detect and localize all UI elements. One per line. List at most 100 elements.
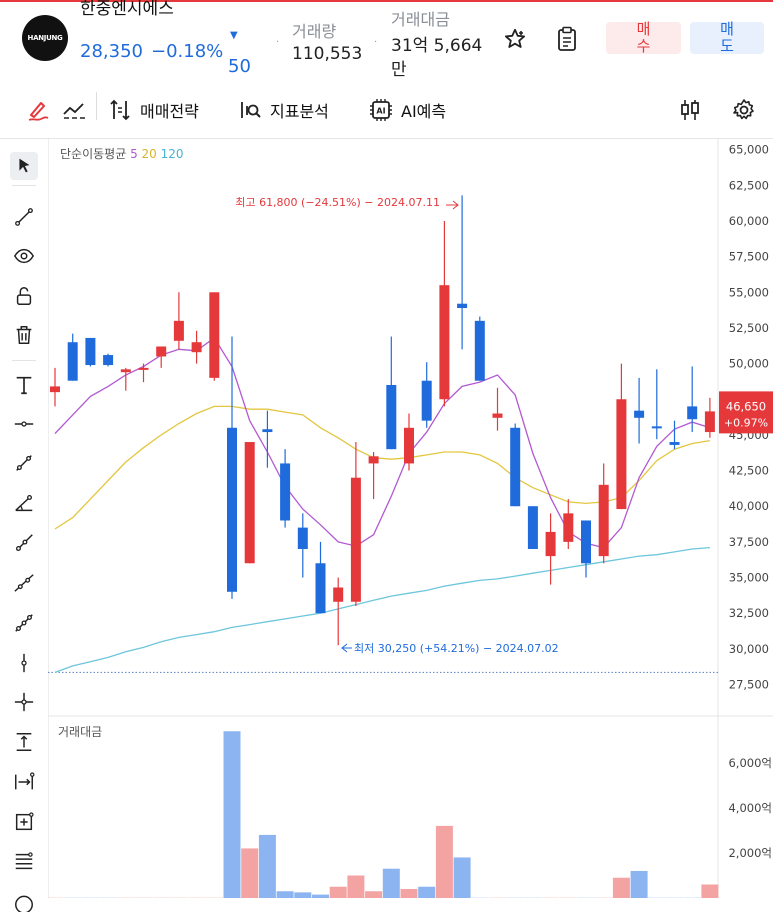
price-range-icon[interactable] — [10, 728, 38, 756]
candle-body[interactable] — [563, 513, 573, 542]
candle-body[interactable] — [227, 428, 237, 592]
candle-body[interactable] — [439, 285, 449, 399]
volume-legend: 거래대금 — [58, 723, 102, 740]
candle-body[interactable] — [599, 485, 609, 556]
candle-body[interactable] — [245, 442, 255, 563]
candle-body[interactable] — [103, 355, 113, 365]
candle-body[interactable] — [581, 520, 591, 563]
candle-body[interactable] — [457, 304, 467, 308]
candle-body[interactable] — [386, 385, 396, 449]
fib-icon[interactable] — [10, 847, 38, 875]
horizontal-line-icon[interactable] — [10, 410, 38, 438]
ai-predict-button[interactable]: AI AI예측 — [369, 96, 446, 124]
sell-button[interactable]: 매 도 — [690, 22, 764, 54]
candle-body[interactable] — [687, 406, 697, 419]
indicator-button[interactable]: 지표분석 — [238, 96, 329, 124]
candle-body[interactable] — [298, 528, 308, 549]
candle-body[interactable] — [156, 346, 166, 356]
candle-body[interactable] — [316, 563, 326, 613]
buy-button[interactable]: 매 수 — [606, 22, 681, 54]
volume-value: 110,553 — [292, 44, 362, 64]
strategy-icon — [108, 98, 132, 122]
candle-body[interactable] — [139, 368, 149, 370]
volume-bar — [365, 891, 382, 898]
candle-body[interactable] — [546, 532, 556, 556]
candle-body[interactable] — [68, 342, 78, 381]
candle-body[interactable] — [85, 338, 95, 365]
volume-bar — [401, 889, 418, 898]
amount-value: 31억 5,664 — [391, 31, 482, 56]
candle-body[interactable] — [528, 506, 538, 549]
y-tick-label: 52,500 — [729, 321, 769, 335]
line-icon[interactable] — [10, 203, 38, 231]
clipboard-icon[interactable] — [552, 24, 582, 54]
candle-body[interactable] — [670, 442, 680, 445]
candle-body[interactable] — [351, 478, 361, 602]
candle-body[interactable] — [262, 429, 272, 432]
date-range-icon[interactable] — [10, 768, 38, 796]
trend-line-icon[interactable] — [62, 96, 96, 124]
candle-body[interactable] — [404, 428, 414, 464]
candle-body[interactable] — [652, 426, 662, 428]
vertical-line-icon[interactable] — [10, 649, 38, 677]
candle-body[interactable] — [475, 321, 485, 381]
measure-icon[interactable] — [10, 808, 38, 836]
ma120-legend: 120 — [161, 147, 184, 161]
ray-icon[interactable] — [10, 529, 38, 557]
indicator-icon — [238, 98, 262, 122]
candle-body[interactable] — [705, 411, 715, 432]
candle-body[interactable] — [121, 369, 131, 372]
svg-text:AI: AI — [376, 107, 385, 116]
candle-body[interactable] — [510, 428, 520, 506]
drawing-tools-panel — [0, 139, 49, 898]
ma-legend-label: 단순이동평균 — [60, 147, 126, 161]
extended-line-icon[interactable] — [10, 569, 38, 597]
eye-icon[interactable] — [10, 242, 38, 270]
candle-body[interactable] — [192, 342, 202, 352]
cursor-icon[interactable] — [10, 152, 38, 180]
y-tick-label: 50,000 — [729, 357, 769, 371]
unlock-icon[interactable] — [10, 282, 38, 310]
candle-body[interactable] — [280, 463, 290, 520]
volume-bar — [418, 887, 435, 898]
candle-body[interactable] — [369, 456, 379, 463]
gear-icon[interactable] — [732, 96, 764, 124]
parallel-icon[interactable] — [10, 609, 38, 637]
trash-icon[interactable] — [10, 321, 38, 349]
price-chart-svg[interactable]: 65,00062,50060,00057,50055,00052,50050,0… — [48, 139, 773, 898]
volume-bar — [294, 892, 311, 898]
high-arrow-icon — [446, 201, 458, 209]
y-tick-label: 57,500 — [729, 250, 769, 264]
candle-body[interactable] — [174, 321, 184, 341]
chart-area[interactable]: 65,00062,50060,00057,50055,00052,50050,0… — [48, 139, 773, 898]
candle-body[interactable] — [634, 411, 644, 418]
angle-icon[interactable] — [10, 489, 38, 517]
y-tick-label: 55,000 — [729, 285, 769, 299]
candle-body[interactable] — [493, 414, 503, 418]
volume-y-tick-label: 4,000억 — [728, 801, 772, 815]
strategy-label: 매매전략 — [140, 98, 199, 122]
candle-body[interactable] — [333, 588, 343, 602]
stock-name[interactable]: 한중엔시에스 — [80, 0, 174, 19]
text-icon[interactable] — [10, 371, 38, 399]
crosshair-icon[interactable] — [10, 688, 38, 716]
strategy-button[interactable]: 매매전략 — [108, 96, 199, 124]
candle-body[interactable] — [422, 381, 432, 421]
candle-body[interactable] — [209, 292, 219, 378]
volume-bar — [312, 895, 329, 898]
separator-dot: · — [374, 37, 377, 48]
pen-icon[interactable] — [26, 96, 58, 124]
trend-line-icon[interactable] — [10, 449, 38, 477]
star-icon[interactable] — [500, 24, 530, 54]
y-tick-label: 27,500 — [729, 677, 769, 691]
chart-toolbar: 매매전략 지표분석 AI AI예측 — [0, 84, 773, 139]
buy-button-label: 매 수 — [637, 21, 651, 55]
low-annotation: 최저 30,250 (+54.21%) − 2024.07.02 — [354, 642, 559, 655]
circle-icon[interactable] — [10, 887, 38, 915]
volume-bar — [436, 826, 453, 898]
volume-y-tick-label: 2,000억 — [728, 846, 772, 860]
candle-body[interactable] — [50, 386, 60, 392]
y-tick-label: 30,000 — [729, 642, 769, 656]
candle-body[interactable] — [616, 399, 626, 509]
candle-settings-icon[interactable] — [678, 96, 710, 124]
